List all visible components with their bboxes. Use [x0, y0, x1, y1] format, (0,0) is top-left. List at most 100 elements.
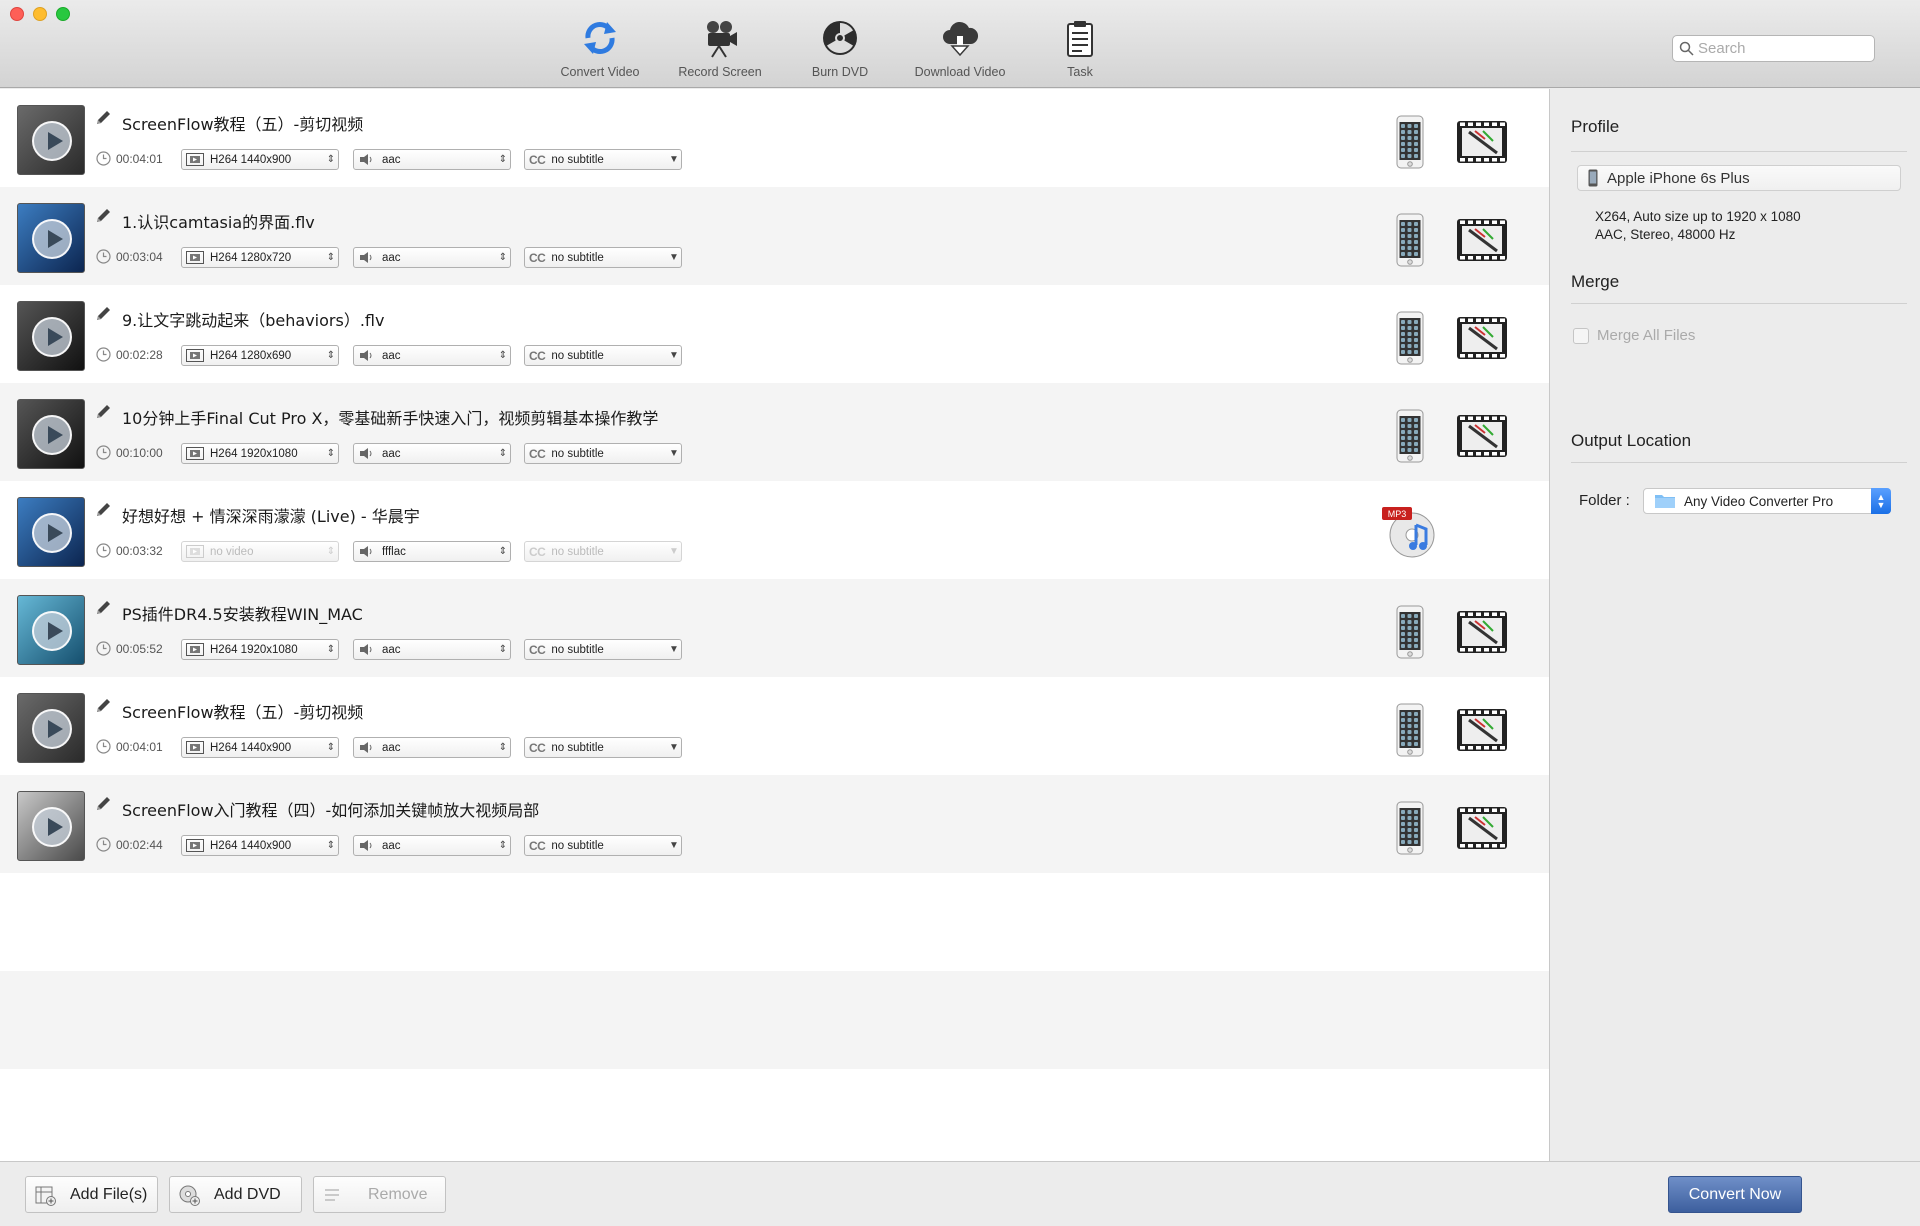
video-format-select[interactable]: H264 1920x1080 ⇕	[181, 639, 339, 660]
subtitle-select[interactable]: CC no subtitle ▼	[524, 541, 682, 562]
checkbox[interactable]	[1573, 327, 1589, 344]
iphone-output-icon[interactable]	[1396, 213, 1424, 267]
audio-format-select[interactable]: aac ⇕	[353, 247, 511, 268]
add-dvd-button[interactable]: Add DVD	[169, 1176, 302, 1213]
pencil-icon[interactable]	[94, 305, 112, 323]
audio-format-value: aac	[382, 839, 401, 852]
iphone-output-icon[interactable]	[1396, 605, 1424, 659]
folder-select[interactable]: Any Video Converter Pro ▲ ▼	[1643, 488, 1891, 514]
video-thumbnail[interactable]	[17, 203, 85, 273]
clipboard-icon	[1067, 21, 1093, 57]
video-format-select[interactable]: H264 1440x900 ⇕	[181, 737, 339, 758]
subtitle-select[interactable]: CC no subtitle ▼	[524, 443, 682, 464]
file-row[interactable]: 10分钟上手Final Cut Pro X，零基础新手快速入门，视频剪辑基本操作…	[0, 383, 1549, 481]
mp3-output-icon[interactable]: MP3	[1380, 503, 1440, 559]
video-format-select[interactable]: no video ⇕	[181, 541, 339, 562]
edit-video-icon[interactable]	[1455, 315, 1509, 361]
pencil-icon[interactable]	[94, 697, 112, 715]
edit-video-icon[interactable]	[1455, 805, 1509, 851]
remove-button[interactable]: Remove	[313, 1176, 446, 1213]
file-row[interactable]: ScreenFlow教程（五）-剪切视频 00:04:01 H264 1440x90…	[0, 677, 1549, 775]
subtitle-select[interactable]: CC no subtitle ▼	[524, 737, 682, 758]
audio-format-select[interactable]: aac ⇕	[353, 737, 511, 758]
subtitle-select[interactable]: CC no subtitle ▼	[524, 639, 682, 660]
iphone-output-icon[interactable]	[1396, 311, 1424, 365]
edit-video-icon[interactable]	[1455, 609, 1509, 655]
play-icon[interactable]	[32, 709, 72, 749]
subtitle-select[interactable]: CC no subtitle ▼	[524, 835, 682, 856]
download-video-button[interactable]: Download Video	[900, 18, 1020, 79]
subtitle-select[interactable]: CC no subtitle ▼	[524, 247, 682, 268]
iphone-output-icon[interactable]	[1396, 801, 1424, 855]
file-duration: 00:04:01	[116, 740, 163, 754]
video-thumbnail[interactable]	[17, 791, 85, 861]
play-icon[interactable]	[32, 415, 72, 455]
file-row[interactable]: 1.认识camtasia的界面.flv 00:03:04 H264 1280x720…	[0, 187, 1549, 285]
pencil-icon[interactable]	[94, 795, 112, 813]
convert-video-button[interactable]: Convert Video	[540, 18, 660, 79]
file-row[interactable]: 好想好想 + 情深深雨濛濛 (Live) - 华晨宇 00:03:32 no vid…	[0, 481, 1549, 579]
video-format-select[interactable]: H264 1920x1080 ⇕	[181, 443, 339, 464]
edit-video-icon[interactable]	[1455, 707, 1509, 753]
subtitle-select[interactable]: CC no subtitle ▼	[524, 149, 682, 170]
video-thumbnail[interactable]	[17, 301, 85, 371]
iphone-output-icon[interactable]	[1396, 703, 1424, 757]
play-icon[interactable]	[32, 121, 72, 161]
audio-format-select[interactable]: aac ⇕	[353, 149, 511, 170]
video-format-select[interactable]: H264 1440x900 ⇕	[181, 835, 339, 856]
subtitle-select[interactable]: CC no subtitle ▼	[524, 345, 682, 366]
burn-dvd-button[interactable]: Burn DVD	[780, 18, 900, 79]
video-thumbnail[interactable]	[17, 399, 85, 469]
play-icon[interactable]	[32, 611, 72, 651]
file-row[interactable]: PS插件DR4.5安装教程WIN_MAC 00:05:52 H264 1920x10…	[0, 579, 1549, 677]
edit-video-icon[interactable]	[1455, 217, 1509, 263]
video-thumbnail[interactable]	[17, 693, 85, 763]
chevron-down-icon: ▼	[669, 448, 679, 459]
file-row[interactable]: ScreenFlow入门教程（四）-如何添加关键帧放大视频局部 00:02:44 H…	[0, 775, 1549, 873]
edit-video-icon[interactable]	[1455, 413, 1509, 459]
record-screen-button[interactable]: Record Screen	[660, 18, 780, 79]
audio-format-select[interactable]: aac ⇕	[353, 443, 511, 464]
stepper-icon: ⇕	[326, 546, 336, 557]
close-window-button[interactable]	[10, 7, 24, 21]
pencil-icon[interactable]	[94, 109, 112, 127]
play-icon[interactable]	[32, 807, 72, 847]
audio-format-select[interactable]: aac ⇕	[353, 345, 511, 366]
cc-icon: CC	[529, 544, 546, 559]
clock-icon	[96, 445, 111, 460]
pencil-icon[interactable]	[94, 501, 112, 519]
video-thumbnail[interactable]	[17, 497, 85, 567]
chevron-down-icon: ▼	[669, 644, 679, 655]
zoom-window-button[interactable]	[56, 7, 70, 21]
profile-select[interactable]: Apple iPhone 6s Plus	[1577, 165, 1901, 191]
merge-all-files-checkbox[interactable]: Merge All Files	[1573, 327, 1695, 344]
video-format-select[interactable]: H264 1280x720 ⇕	[181, 247, 339, 268]
audio-format-select[interactable]: aac ⇕	[353, 835, 511, 856]
video-format-select[interactable]: H264 1280x690 ⇕	[181, 345, 339, 366]
film-icon	[186, 153, 204, 166]
pencil-icon[interactable]	[94, 207, 112, 225]
edit-video-icon[interactable]	[1455, 119, 1509, 165]
play-icon[interactable]	[32, 513, 72, 553]
minimize-window-button[interactable]	[33, 7, 47, 21]
file-row[interactable]: ScreenFlow教程（五）-剪切视频 00:04:01 H264 1440x90…	[0, 89, 1549, 187]
iphone-output-icon[interactable]	[1396, 409, 1424, 463]
audio-format-select[interactable]: ffflac ⇕	[353, 541, 511, 562]
task-button[interactable]: Task	[1020, 18, 1140, 79]
pencil-icon[interactable]	[94, 599, 112, 617]
iphone-output-icon[interactable]	[1396, 115, 1424, 169]
pencil-icon[interactable]	[94, 403, 112, 421]
convert-now-button[interactable]: Convert Now	[1668, 1176, 1802, 1213]
file-row[interactable]: 9.让文字跳动起来（behaviors）.flv 00:02:28 H264 128…	[0, 285, 1549, 383]
video-thumbnail[interactable]	[17, 105, 85, 175]
search-input[interactable]	[1698, 40, 1868, 57]
output-location-heading: Output Location	[1571, 431, 1692, 450]
audio-format-select[interactable]: aac ⇕	[353, 639, 511, 660]
video-format-select[interactable]: H264 1440x900 ⇕	[181, 149, 339, 170]
folder-stepper-icon[interactable]: ▲ ▼	[1871, 488, 1891, 514]
speaker-icon	[360, 840, 372, 851]
add-files-button[interactable]: Add File(s)	[25, 1176, 158, 1213]
video-thumbnail[interactable]	[17, 595, 85, 665]
play-icon[interactable]	[32, 219, 72, 259]
play-icon[interactable]	[32, 317, 72, 357]
